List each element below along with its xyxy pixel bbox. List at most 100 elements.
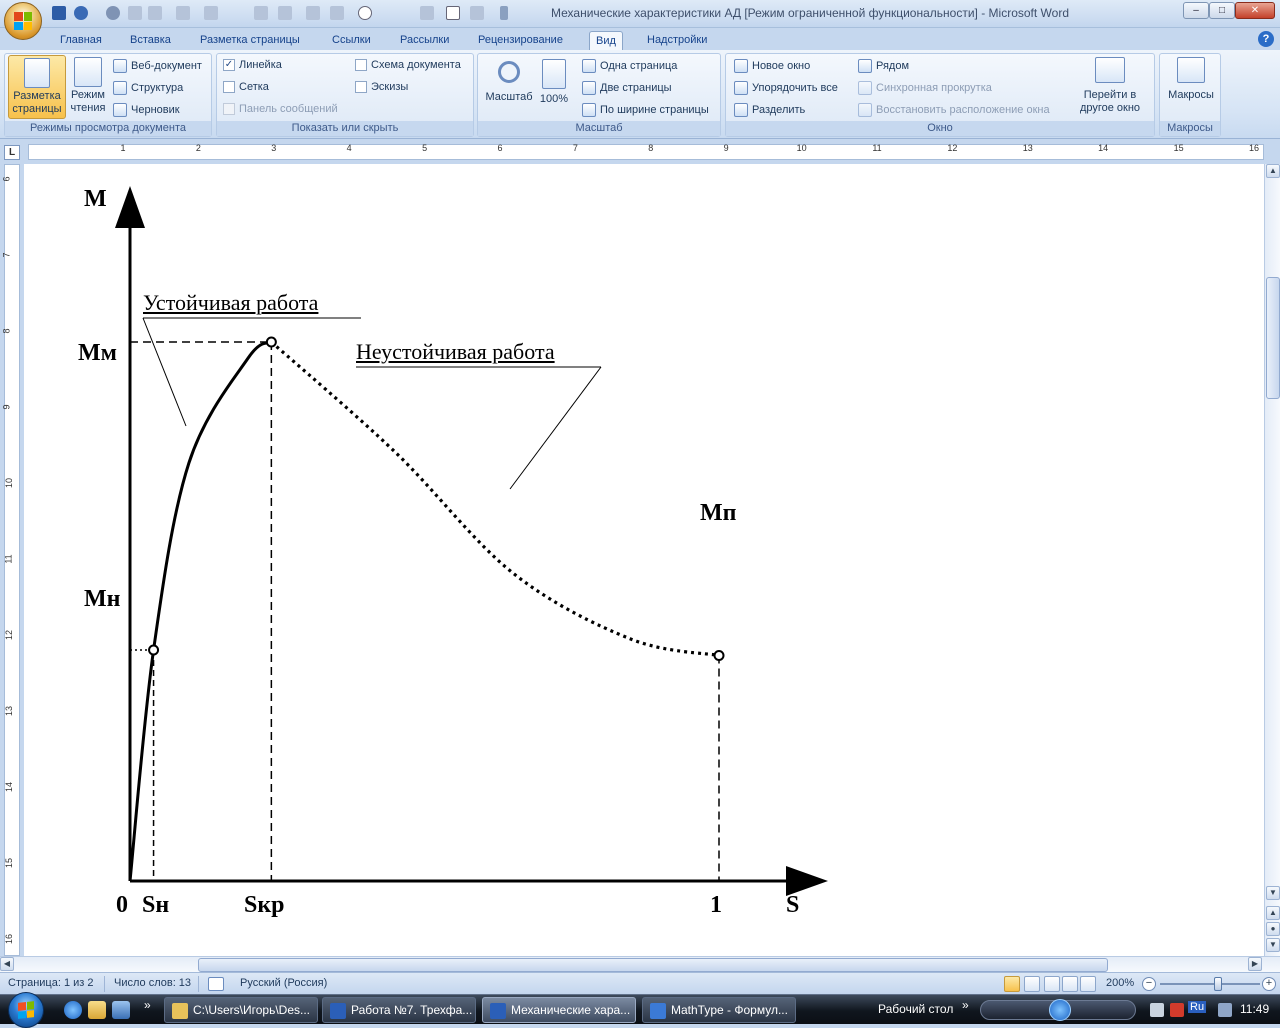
office-button[interactable] — [4, 2, 42, 40]
maximize-button[interactable]: □ — [1209, 2, 1235, 19]
message-bar-checkbox: Панель сообщений — [223, 103, 338, 115]
taskbar-item-word-mech[interactable]: Механические хара... — [482, 997, 636, 1023]
y-label-nominal-torque: Mн — [84, 586, 121, 612]
show-desktop-icon[interactable] — [112, 1001, 130, 1019]
outline-view-icon[interactable] — [1062, 976, 1078, 992]
outline-button[interactable]: Структура — [113, 81, 183, 95]
oval-icon[interactable] — [358, 6, 372, 20]
scroll-right-icon[interactable]: ▶ — [1248, 957, 1262, 971]
ruler-number: 11 — [872, 143, 882, 153]
ruler-number: 4 — [346, 143, 352, 153]
ruler-checkbox[interactable]: ✓ Линейка — [223, 59, 282, 71]
web-layout-button[interactable]: Веб-документ — [113, 59, 202, 73]
pi-icon[interactable] — [128, 6, 142, 20]
language-indicator[interactable]: Ru — [1188, 1001, 1207, 1013]
taskbar-item-explorer[interactable]: C:\Users\Игорь\Des... — [164, 997, 318, 1023]
next-page-icon[interactable]: ▼ — [1266, 938, 1280, 952]
print-layout-view-icon[interactable] — [1004, 976, 1020, 992]
undo-icon[interactable] — [74, 6, 88, 20]
desktop-more-icon[interactable]: » — [962, 998, 969, 1012]
curve-icon[interactable] — [306, 6, 320, 20]
omega-icon[interactable] — [148, 6, 162, 20]
redo-icon[interactable] — [106, 6, 120, 20]
antivirus-icon[interactable] — [1170, 1003, 1184, 1017]
ruler-strip — [28, 144, 1264, 160]
document-page[interactable]: M Mм Mн Mп 0 Sн Sкр 1 S Устойчивая работ… — [24, 164, 1264, 956]
split-button[interactable]: Разделить — [734, 103, 805, 117]
horizontal-scrollbar[interactable]: ◀ ▶ — [0, 956, 1280, 972]
zoom-slider[interactable] — [1160, 983, 1260, 985]
zoom-out-icon[interactable]: − — [1142, 977, 1156, 991]
tab-insert[interactable]: Вставка — [124, 31, 177, 50]
pointer-icon[interactable] — [278, 6, 292, 20]
gridlines-checkbox[interactable]: Сетка — [223, 81, 269, 93]
draft-view-icon[interactable] — [1080, 976, 1096, 992]
flag-icon[interactable] — [1150, 1003, 1164, 1017]
close-button[interactable]: ✕ — [1235, 2, 1275, 19]
tab-page-layout[interactable]: Разметка страницы — [194, 31, 306, 50]
zoom-button[interactable]: Масштаб — [482, 57, 536, 113]
zoom-in-icon[interactable]: + — [1262, 977, 1276, 991]
vertical-scroll-thumb[interactable] — [1266, 277, 1280, 399]
draw-icon[interactable] — [204, 6, 218, 20]
word-count[interactable]: Число слов: 13 — [114, 977, 191, 989]
one-page-button[interactable]: Одна страница — [582, 59, 677, 73]
start-button[interactable] — [8, 992, 44, 1028]
shapes-icon[interactable] — [176, 6, 190, 20]
clock[interactable]: 11:49 — [1240, 1002, 1269, 1016]
prev-page-icon[interactable]: ▲ — [1266, 906, 1280, 920]
horizontal-scroll-thumb[interactable] — [198, 958, 1108, 972]
network-icon[interactable] — [1218, 1003, 1232, 1017]
new-window-button[interactable]: Новое окно — [734, 59, 810, 73]
macros-button[interactable]: Макросы — [1163, 57, 1219, 119]
zoom-100-button[interactable]: 100% — [536, 57, 572, 113]
tab-references[interactable]: Ссылки — [326, 31, 377, 50]
page-count[interactable]: Страница: 1 из 2 — [8, 977, 94, 989]
tab-mailings[interactable]: Рассылки — [394, 31, 455, 50]
help-icon[interactable]: ? — [1258, 31, 1274, 47]
desktop-toolbar-label[interactable]: Рабочий стол — [878, 1002, 953, 1016]
two-pages-button[interactable]: Две страницы — [582, 81, 672, 95]
line-style-icon[interactable] — [330, 6, 344, 20]
zoom-level[interactable]: 200% — [1106, 977, 1134, 989]
doc-map-checkbox[interactable]: Схема документа — [355, 59, 461, 71]
side-by-side-button[interactable]: Рядом — [858, 59, 909, 73]
proofing-icon[interactable] — [208, 977, 224, 991]
ie-icon[interactable] — [64, 1001, 82, 1019]
taskbar-item-word-lab7[interactable]: Работа №7. Трехфа... — [322, 997, 476, 1023]
two-pages-icon — [582, 81, 596, 95]
print-layout-button[interactable]: Разметка страницы — [8, 55, 66, 119]
tab-review[interactable]: Рецензирование — [472, 31, 569, 50]
tab-addins[interactable]: Надстройки — [641, 31, 713, 50]
tab-selector[interactable]: L — [4, 145, 20, 160]
vertical-ruler[interactable]: 6 7 8 9 10 11 12 13 14 15 16 — [0, 164, 24, 956]
reading-mode-button[interactable]: Режим чтения — [67, 55, 109, 119]
save-icon[interactable] — [52, 6, 66, 20]
scroll-down-icon[interactable]: ▼ — [1266, 886, 1280, 900]
quicklaunch-more-icon[interactable]: » — [144, 998, 151, 1012]
folder-icon[interactable] — [88, 1001, 106, 1019]
language[interactable]: Русский (Россия) — [240, 977, 327, 989]
textbox-icon[interactable] — [254, 6, 268, 20]
arrange-all-button[interactable]: Упорядочить все — [734, 81, 838, 95]
switch-windows-button[interactable]: Перейти в другое окно — [1070, 57, 1150, 119]
browse-object-icon[interactable]: ● — [1266, 922, 1280, 936]
scroll-up-icon[interactable]: ▲ — [1266, 164, 1280, 178]
macros-icon — [1177, 57, 1205, 83]
line-icon[interactable] — [420, 6, 434, 20]
media-player-bar[interactable] — [980, 999, 1136, 1021]
scroll-left-icon[interactable]: ◀ — [0, 957, 14, 971]
draft-button[interactable]: Черновик — [113, 103, 180, 117]
zoom-slider-knob[interactable] — [1214, 977, 1222, 991]
thumbnails-checkbox[interactable]: Эскизы — [355, 81, 408, 93]
play-icon[interactable] — [1049, 999, 1071, 1021]
page-width-button[interactable]: По ширине страницы — [582, 103, 709, 117]
taskbar-item-mathtype[interactable]: MathType - Формул... — [642, 997, 796, 1023]
horizontal-ruler[interactable]: L 1 2 3 4 5 6 7 8 9 10 11 12 13 14 15 16 — [0, 140, 1280, 164]
tab-view[interactable]: Вид — [589, 31, 623, 50]
vertical-scrollbar[interactable]: ▲ ▼ ▲ ● ▼ — [1264, 164, 1280, 956]
minimize-button[interactable]: – — [1183, 2, 1209, 19]
web-view-icon[interactable] — [1044, 976, 1060, 992]
tab-home[interactable]: Главная — [54, 31, 108, 50]
reading-view-icon[interactable] — [1024, 976, 1040, 992]
